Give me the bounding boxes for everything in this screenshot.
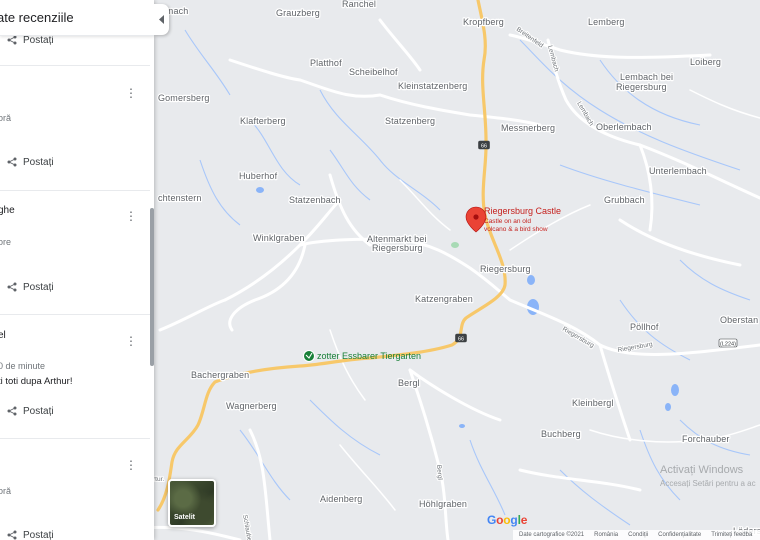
share-button[interactable]: Postați (7, 280, 54, 294)
place-label: Messnerberg (501, 123, 555, 133)
review-time: ore (0, 237, 12, 247)
place-label: Loiberg (690, 57, 721, 67)
place-label: Platthof (310, 58, 342, 68)
reviewer-name[interactable]: el (0, 330, 6, 341)
place-label: Oberstan (720, 315, 758, 325)
satellite-label: Satelit (174, 514, 196, 521)
place-label: Statzenberg (385, 116, 435, 126)
reviewer-name[interactable]: ghe (0, 205, 15, 216)
place-label: Gomersberg (158, 93, 210, 103)
more-options-icon[interactable]: ⋮ (125, 458, 137, 472)
review-time: oră (0, 113, 12, 123)
place-label: Pöllhof (630, 322, 659, 332)
privacy-link[interactable]: Confidențialitate (658, 532, 701, 538)
place-label: Kleinbergl (572, 398, 614, 408)
share-icon (7, 282, 17, 292)
road-name-label: rtur. (153, 476, 164, 483)
place-label: Winklgraben (253, 233, 305, 243)
map-footer: Date cartografice ©2021 România Condiții… (513, 530, 760, 540)
satellite-layer-toggle[interactable]: Satelit (168, 479, 216, 527)
panel-header: ate recenziile (0, 0, 154, 36)
windows-activation-subtitle: Accesați Setări pentru a ac (660, 479, 756, 488)
google-logo: Google (487, 513, 527, 527)
place-label: Riegersburg (372, 243, 423, 253)
road-shield-number: 66 (458, 337, 464, 343)
place-label: Scheibelhof (349, 67, 398, 77)
place-label: Riegersburg (480, 264, 531, 274)
reviews-panel: ate recenziile Postați ⋮ oră Postați ghe… (0, 0, 154, 540)
place-label: Grauzberg (276, 8, 320, 18)
place-label: Kropfberg (463, 17, 504, 27)
google-logo-letter: e (520, 513, 528, 527)
panel-title: ate recenziile (0, 10, 74, 25)
share-button[interactable]: Postați (7, 528, 54, 540)
review-item: el ⋮ 0 de minute ti toti dupa Arthur! Po… (0, 315, 150, 439)
review-item: ⋮ oră Postați (0, 66, 150, 191)
place-label: chtenstern (158, 193, 202, 203)
google-logo-letter: G (487, 513, 497, 527)
place-label: Forchauber (682, 434, 730, 444)
windows-activation-title: Activați Windows (660, 464, 744, 476)
share-label: Postați (23, 529, 54, 540)
share-label: Postați (23, 34, 54, 46)
map-data-credit: Date cartografice ©2021 (519, 532, 585, 538)
share-icon (7, 406, 17, 416)
castle-desc-line1: Castle on an old (484, 218, 531, 225)
place-label: Grubbach (604, 195, 645, 205)
place-label: Wagnerberg (226, 401, 277, 411)
place-label: Katzengraben (415, 294, 473, 304)
share-label: Postați (23, 281, 54, 293)
place-label: Lemberg (588, 17, 625, 27)
panel-scrollbar[interactable] (150, 208, 154, 366)
google-logo-letter: g (510, 513, 518, 527)
place-label: Statzenbach (289, 195, 341, 205)
more-options-icon[interactable]: ⋮ (125, 209, 137, 223)
place-label: Kleinstatzenberg (398, 81, 467, 91)
feedback-link[interactable]: Trimiteți feedba (711, 532, 752, 538)
share-button[interactable]: Postați (7, 155, 54, 169)
collapse-panel-button[interactable] (154, 4, 169, 35)
zoo-marker[interactable] (303, 350, 315, 362)
share-icon (7, 157, 17, 167)
road-shield-number: 66 (481, 144, 487, 150)
share-icon (7, 35, 17, 45)
more-options-icon[interactable]: ⋮ (125, 86, 137, 100)
share-label: Postați (23, 156, 54, 168)
place-label: Unterlembach (649, 166, 707, 176)
review-text: ti toti dupa Arthur! (0, 376, 73, 387)
review-time: oră (0, 486, 12, 496)
zoo-name[interactable]: zotter Essbarer Tiergarten (317, 351, 421, 361)
place-label: Oberlembach (596, 122, 652, 132)
place-label: Bergl (398, 378, 420, 388)
review-item: ghe ⋮ ore Postați (0, 191, 150, 315)
road-name-label: Bergl (435, 465, 443, 481)
region-link[interactable]: România (594, 532, 618, 538)
share-label: Postați (23, 405, 54, 417)
more-options-icon[interactable]: ⋮ (125, 334, 137, 348)
share-icon (7, 530, 17, 540)
terms-link[interactable]: Condiții (628, 532, 648, 538)
share-button[interactable]: Postați (7, 404, 54, 418)
park-area (451, 242, 459, 248)
chevron-left-icon (159, 15, 164, 24)
place-label: Ranchel (342, 0, 376, 9)
castle-desc-line2: volcano & a bird show (484, 226, 548, 233)
place-label: Buchberg (541, 429, 581, 439)
road-shield-number: (L224) (720, 342, 736, 348)
place-label: Bachergraben (191, 370, 249, 380)
place-label: Höhlgraben (419, 499, 467, 509)
review-item: ⋮ oră Postați (0, 439, 150, 540)
place-label: Klafterberg (240, 116, 286, 126)
review-time: 0 de minute (0, 361, 46, 371)
review-item: Postați (0, 34, 150, 66)
place-label: Lembach bei (620, 72, 673, 82)
place-label: Riegersburg (616, 82, 667, 92)
castle-name[interactable]: Riegersburg Castle (484, 206, 561, 216)
place-label: Aidenberg (320, 494, 362, 504)
place-label: Huberhof (239, 171, 278, 181)
